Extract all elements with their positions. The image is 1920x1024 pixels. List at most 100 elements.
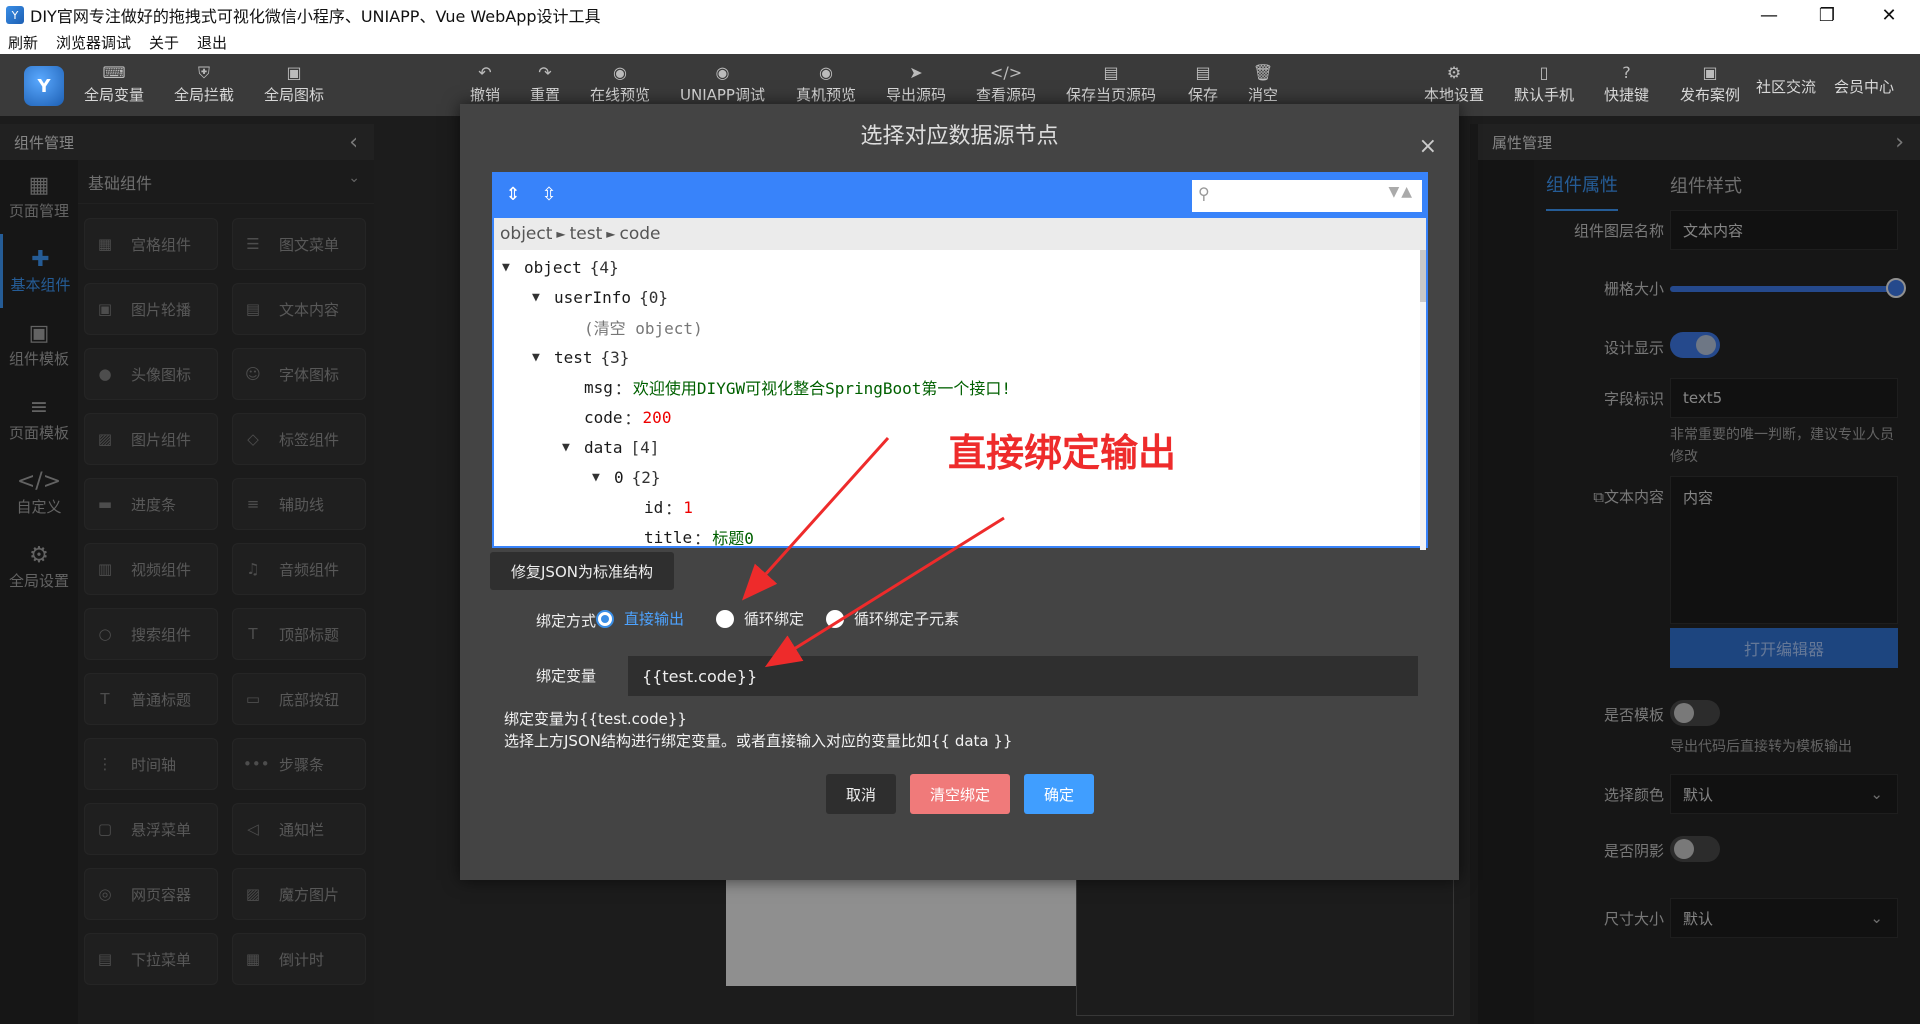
radio-direct-output[interactable]: 直接输出 [596, 608, 684, 629]
image-icon: ▣ [1702, 63, 1718, 82]
json-string-value: 欢迎使用DIYGW可视化整合SpringBoot第一个接口! [632, 379, 1012, 398]
phone-icon: ▯ [1539, 63, 1549, 82]
json-separator: ： [614, 379, 631, 398]
json-count: {4} [589, 257, 619, 277]
json-tree: ▼ object {4} ▼ userInfo {0} (清空 object) ▼ test {3… [494, 250, 1426, 547]
bind-help: 绑定变量为{{test.code}} 选择上方JSON结构进行绑定变量。或者直接… [504, 710, 1013, 750]
expand-toggle-icon: ▼ [532, 289, 540, 305]
close-window-button[interactable]: ✕ [1860, 0, 1918, 30]
eye-icon: ◉ [715, 63, 730, 82]
menu-browser-debug[interactable]: 浏览器调试 [56, 32, 131, 53]
toolbar-default-phone[interactable]: ▯ 默认手机 [1514, 64, 1574, 105]
json-editor: ⇕ ⇳ ⚲ ▼▲ object ► test ► code ▼ object {4}… [492, 172, 1428, 550]
bind-var-input[interactable]: {{test.code}} [628, 656, 1418, 696]
toolbar-global-icons[interactable]: ▣ 全局图标 [264, 64, 324, 105]
window-title-bar: Y DIY官网专注做好的拖拽式可视化微信小程序、UNIAPP、Vue WebAp… [0, 0, 1920, 30]
dialog-title: 选择对应数据源节点 [860, 124, 1059, 149]
json-tree-node[interactable]: ▼ 0 {2} [592, 462, 661, 492]
menu-bar: 刷新 浏览器调试 关于 退出 [0, 30, 1920, 54]
minimize-button[interactable]: — [1740, 0, 1798, 30]
json-key: data [584, 437, 623, 457]
dialog-close-button[interactable]: × [1419, 134, 1437, 159]
brand-logo-icon: Y [24, 66, 64, 106]
toolbar-global-intercept[interactable]: ⛨ 全局拦截 [174, 64, 234, 105]
json-count: {0} [639, 287, 668, 307]
breadcrumb-separator-icon: ► [606, 227, 616, 241]
toolbar-clear[interactable]: 🗑 消空 [1248, 64, 1278, 105]
redo-icon: ↷ [538, 63, 552, 82]
toolbar-view-source[interactable]: </> 查看源码 [976, 64, 1036, 105]
json-breadcrumb: object ► test ► code [494, 218, 1426, 250]
maximize-button[interactable]: ❐ [1798, 0, 1856, 30]
toolbar-export-source[interactable]: ➤ 导出源码 [886, 64, 946, 105]
json-key: code [584, 407, 623, 427]
eye-icon: ◉ [613, 63, 627, 82]
json-tree-node[interactable]: ▼ object {4} [502, 252, 619, 282]
json-tree-node[interactable]: code： 200 [562, 402, 671, 432]
fix-json-button[interactable]: 修复JSON为标准结构 [490, 552, 674, 590]
json-separator: ： [665, 499, 682, 518]
confirm-button[interactable]: 确定 [1024, 774, 1094, 814]
json-count: [4] [630, 437, 660, 457]
json-count: {3} [600, 347, 630, 367]
trash-icon: 🗑 [1252, 63, 1274, 82]
link-community[interactable]: 社区交流 [1756, 76, 1816, 97]
help-icon: ? [1622, 63, 1631, 82]
search-nav-icon[interactable]: ▼▲ [1388, 184, 1414, 200]
radio-loop-bind-children[interactable]: 循环绑定子元素 [826, 608, 959, 629]
json-key: title [644, 527, 693, 547]
cancel-button[interactable]: 取消 [826, 774, 896, 814]
collapse-all-icon[interactable]: ⇳ [536, 184, 562, 210]
breadcrumb-item[interactable]: test [570, 224, 603, 244]
json-separator: ： [624, 409, 641, 428]
expand-all-icon[interactable]: ⇕ [500, 184, 526, 210]
json-key: msg [584, 377, 613, 397]
datasource-dialog: 选择对应数据源节点 × ⇕ ⇳ ⚲ ▼▲ object ► test ► cod… [460, 104, 1459, 880]
json-empty-note: (清空 object) [584, 319, 703, 338]
json-key: test [554, 347, 593, 367]
json-search-input[interactable]: ⚲ ▼▲ [1192, 180, 1422, 212]
toolbar-online-preview[interactable]: ◉ 在线预览 [590, 64, 650, 105]
json-tree-node[interactable]: msg：欢迎使用DIYGW可视化整合SpringBoot第一个接口! [562, 372, 1011, 402]
toolbar-global-variables[interactable]: ⌨ 全局变量 [84, 64, 144, 105]
breadcrumb-item[interactable]: object [500, 224, 552, 244]
toolbar-save-page-source[interactable]: ▤ 保存当页源码 [1066, 64, 1156, 105]
menu-refresh[interactable]: 刷新 [8, 32, 38, 53]
json-key: userInfo [554, 287, 632, 307]
json-tree-node[interactable]: id ： 1 [622, 492, 693, 522]
menu-exit[interactable]: 退出 [197, 32, 227, 53]
expand-toggle-icon: ▼ [532, 349, 540, 365]
json-tree-scrollbar[interactable] [1420, 250, 1426, 550]
json-tree-node[interactable]: title：标题0 [622, 522, 754, 547]
json-separator: ： [694, 529, 711, 546]
link-member-center[interactable]: 会员中心 [1834, 76, 1894, 97]
json-editor-toolbar: ⇕ ⇳ ⚲ ▼▲ [494, 174, 1426, 218]
toolbar-undo[interactable]: ↶ 撤销 [470, 64, 500, 105]
expand-toggle-icon: ▼ [562, 439, 570, 455]
code-window-icon: ⌨ [102, 63, 126, 82]
toolbar-uniapp-debug[interactable]: ◉ UNIAPP调试 [680, 64, 765, 105]
undo-icon: ↶ [478, 63, 492, 82]
breadcrumb-separator-icon: ► [556, 227, 566, 241]
gear-icon: ⚙ [1446, 63, 1462, 82]
toolbar-save[interactable]: ▤ 保存 [1188, 64, 1218, 105]
toolbar-publish-case[interactable]: ▣ 发布案例 [1680, 64, 1740, 105]
toolbar-shortcuts[interactable]: ? 快捷键 [1604, 64, 1649, 105]
json-tree-node[interactable]: ▼ test {3} [532, 342, 629, 372]
bind-var-label: 绑定变量 [536, 667, 597, 685]
menu-about[interactable]: 关于 [149, 32, 179, 53]
breadcrumb-item[interactable]: code [620, 224, 661, 244]
toolbar-local-settings[interactable]: ⚙ 本地设置 [1424, 64, 1484, 105]
image-icon: ▣ [286, 63, 302, 82]
json-key: 0 [614, 467, 624, 487]
toolbar-redo[interactable]: ↷ 重置 [530, 64, 560, 105]
expand-toggle-icon: ▼ [592, 469, 600, 485]
json-tree-node[interactable]: ▼ data [4] [562, 432, 659, 462]
json-number-value: 200 [642, 407, 672, 427]
radio-loop-bind[interactable]: 循环绑定 [716, 608, 804, 629]
send-icon: ➤ [909, 63, 923, 82]
json-tree-node[interactable]: ▼ userInfo {0} [532, 282, 668, 312]
toolbar-device-preview[interactable]: ◉ 真机预览 [796, 64, 856, 105]
clear-binding-button[interactable]: 清空绑定 [910, 774, 1010, 814]
json-tree-node[interactable]: (清空 object) [562, 312, 703, 342]
